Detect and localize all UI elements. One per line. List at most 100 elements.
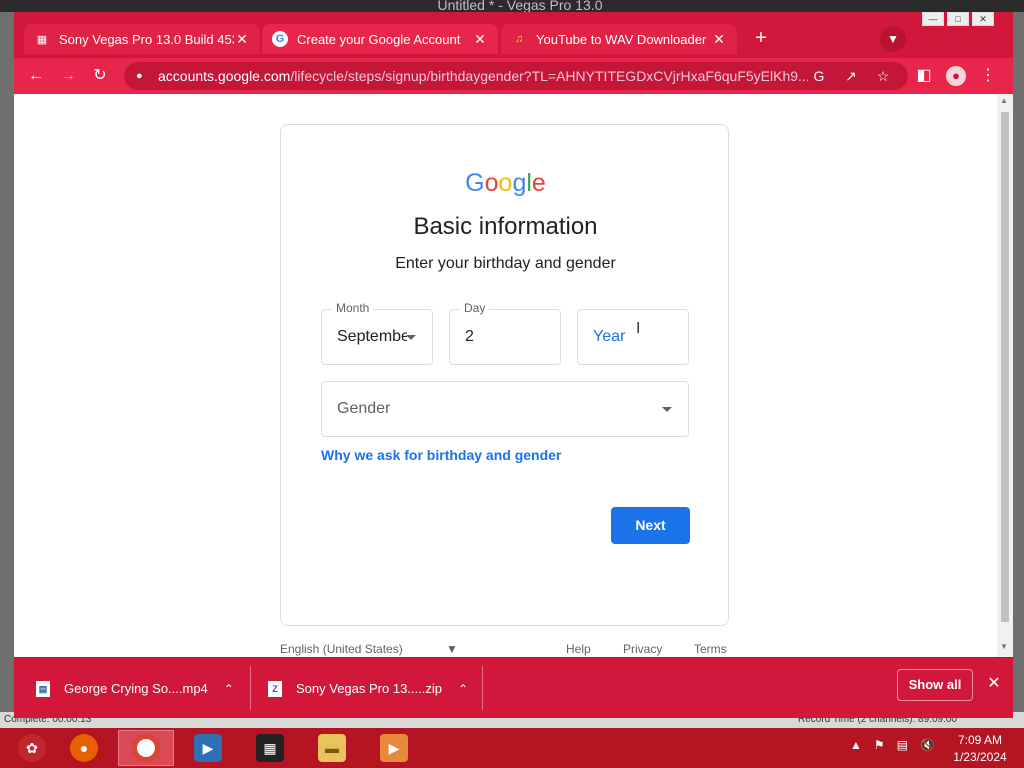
screen: Untitled * - Vegas Pro 13.0 Complete: 00… [0,0,1024,768]
scroll-up-icon[interactable]: ▲ [1000,96,1008,105]
film-strip-icon: ▦ [256,734,284,762]
page-scrollbar[interactable]: ▲ ▼ [997,94,1013,657]
day-label: Day [460,301,490,315]
film-icon: ▦ [36,33,48,46]
download-item-mp4[interactable]: ▤ George Crying So....mp4 ⌃ [36,658,234,719]
gender-placeholder: Gender [337,400,391,417]
url-text[interactable]: accounts.google.com/lifecycle/steps/sign… [158,68,808,84]
reload-icon[interactable]: ↻ [88,64,112,88]
google-lens-icon[interactable]: G [808,65,830,87]
side-panel-icon[interactable]: ◧ [912,64,936,88]
clock-time: 7:09 AM [957,733,1003,747]
taskbar: ✿ ● ▶ ▦ ▬ ▶ ▲ ⚑ ▤ 🔇 7:09 AM 1/23/2024 [0,728,1024,768]
text-cursor-icon: I [636,320,641,337]
background-panel-left [0,12,14,732]
divider [250,666,251,710]
scroll-down-icon[interactable]: ▼ [1000,642,1008,651]
system-tray: ▲ ⚑ ▤ 🔇 [850,738,947,752]
month-value: September [337,328,407,345]
url-host: accounts.google.com [158,68,291,84]
page-title: Basic information [413,213,598,240]
download-item-zip[interactable]: Z Sony Vegas Pro 13.....zip ⌃ [268,658,468,719]
tab-title: Create your Google Account [297,31,461,47]
gender-select[interactable]: Gender [321,381,689,437]
forward-arrow-icon[interactable]: → [56,64,80,88]
google-icon: G [272,31,288,47]
chevron-up-icon[interactable]: ⌃ [458,682,468,696]
start-orb-icon: ✿ [18,734,46,762]
taskbar-explorer[interactable]: ▬ [304,730,360,766]
start-button[interactable]: ✿ [4,730,60,766]
minimize-button[interactable]: — [922,12,944,26]
day-field[interactable]: Day 2 [449,301,561,365]
tab-title: YouTube to WAV Downloader [536,31,707,47]
taskbar-vegas[interactable]: ▶ [366,730,422,766]
signup-card: Google Basic information Enter your birt… [280,124,729,626]
chevron-down-icon [406,335,416,340]
show-all-button[interactable]: Show all [897,669,973,701]
language-select[interactable]: English (United States) [280,642,403,656]
tab-youtube-wav[interactable]: ♫ YouTube to WAV Downloader ✕ [501,24,737,54]
year-placeholder: Year [593,328,626,345]
chevron-up-icon[interactable]: ⌃ [224,682,234,696]
flag-icon[interactable]: ⚑ [874,738,885,752]
folder-icon: ▬ [318,734,346,762]
profile-avatar-icon[interactable]: ● [944,64,968,88]
month-label: Month [332,301,374,315]
music-icon: ♫ [514,33,524,45]
lock-icon[interactable]: ● [136,70,148,82]
tab-title: Sony Vegas Pro 13.0 Build 453 (x [59,31,234,47]
video-file-icon: ▤ [36,680,50,697]
close-icon[interactable]: ✕ [985,675,1003,693]
maximize-button[interactable]: □ [947,12,969,26]
page-viewport: Google Basic information Enter your birt… [14,94,997,657]
close-icon[interactable]: ✕ [472,31,488,48]
next-button[interactable]: Next [611,507,690,544]
clock[interactable]: 7:09 AM 1/23/2024 [948,732,1012,766]
tab-create-google-account[interactable]: G Create your Google Account ✕ [262,24,498,54]
year-field[interactable]: Year I [577,309,689,365]
close-icon[interactable]: ✕ [711,31,727,48]
back-arrow-icon[interactable]: ← [24,64,48,88]
address-bar[interactable]: ● accounts.google.com/lifecycle/steps/si… [124,62,908,90]
tab-sony-vegas[interactable]: ▦ Sony Vegas Pro 13.0 Build 453 (x ✕ [24,24,260,54]
browser-window: ▦ Sony Vegas Pro 13.0 Build 453 (x ✕ G C… [14,12,1013,718]
download-filename: George Crying So....mp4 [64,681,208,696]
taskbar-media-player[interactable]: ▶ [180,730,236,766]
menu-kebab-icon[interactable]: ⋮ [976,64,1000,88]
close-window-button[interactable]: ✕ [972,12,994,26]
volume-muted-icon[interactable]: 🔇 [920,738,935,752]
privacy-link[interactable]: Privacy [623,642,662,656]
taskbar-firefox[interactable]: ● [56,730,112,766]
url-path: /lifecycle/steps/signup/birthdaygender?T… [290,68,808,84]
month-select[interactable]: Month September [321,301,433,365]
share-icon[interactable]: ↗ [840,65,862,87]
google-logo: Google [465,169,546,197]
chevron-down-icon[interactable]: ▼ [446,642,458,656]
media-player-icon: ▶ [194,734,222,762]
star-icon[interactable]: ☆ [872,65,894,87]
scrollbar-thumb[interactable] [1001,112,1009,622]
chrome-icon [132,734,160,762]
chevron-down-icon: ▼ [887,32,899,46]
day-value: 2 [465,328,474,345]
vegas-icon: ▶ [380,734,408,762]
tab-strip: ▦ Sony Vegas Pro 13.0 Build 453 (x ✕ G C… [14,12,1013,58]
terms-link[interactable]: Terms [694,642,727,656]
taskbar-chrome[interactable] [118,730,174,766]
firefox-icon: ● [70,734,98,762]
chevron-up-icon[interactable]: ▲ [850,738,862,752]
new-tab-button[interactable]: + [748,26,774,52]
browser-toolbar: ← → ↻ ● accounts.google.com/lifecycle/st… [14,58,1013,94]
why-we-ask-link[interactable]: Why we ask for birthday and gender [321,447,561,463]
help-link[interactable]: Help [566,642,591,656]
network-icon[interactable]: ▤ [897,738,908,752]
background-panel-right [1013,12,1024,732]
background-titlebar: Untitled * - Vegas Pro 13.0 [0,0,1024,13]
close-icon[interactable]: ✕ [234,31,250,48]
taskbar-film[interactable]: ▦ [242,730,298,766]
page-subtitle: Enter your birthday and gender [395,255,616,272]
tab-search-button[interactable]: ▼ [880,26,906,52]
zip-file-icon: Z [268,680,282,697]
clock-date: 1/23/2024 [953,750,1007,764]
